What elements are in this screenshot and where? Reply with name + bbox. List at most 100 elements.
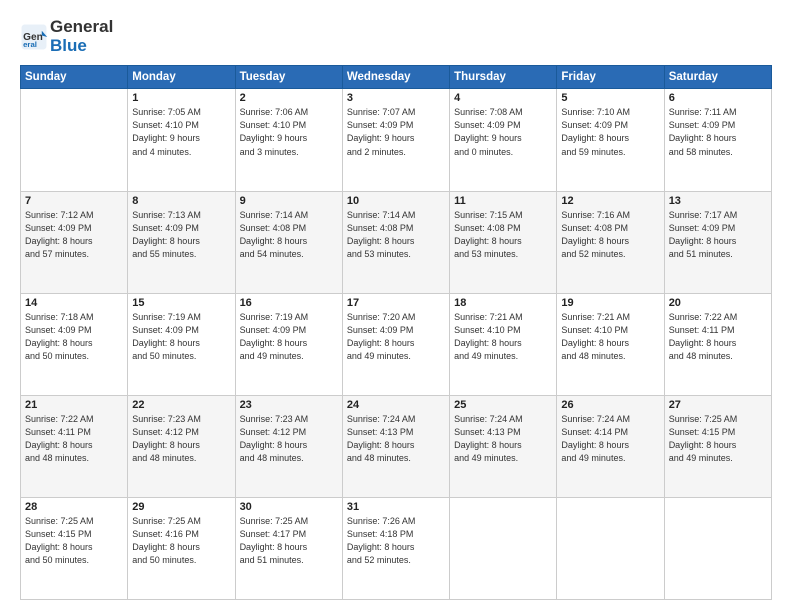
day-info: Sunrise: 7:17 AM Sunset: 4:09 PM Dayligh… (669, 209, 767, 261)
day-number: 30 (240, 501, 338, 513)
day-number: 12 (561, 195, 659, 207)
day-info: Sunrise: 7:07 AM Sunset: 4:09 PM Dayligh… (347, 106, 445, 158)
weekday-header-tuesday: Tuesday (235, 66, 342, 89)
day-number: 18 (454, 297, 552, 309)
day-info: Sunrise: 7:18 AM Sunset: 4:09 PM Dayligh… (25, 311, 123, 363)
calendar-cell: 11Sunrise: 7:15 AM Sunset: 4:08 PM Dayli… (450, 191, 557, 293)
calendar-cell: 14 Sunrise: 7:18 AM Sunset: 4:09 PM Dayli… (21, 293, 128, 395)
calendar-cell: 29 Sunrise: 7:25 AM Sunset: 4:16 PM Dayli… (128, 497, 235, 599)
day-number: 20 (669, 297, 767, 309)
calendar-cell: 7 Sunrise: 7:12 AM Sunset: 4:09 PM Daylig… (21, 191, 128, 293)
calendar-cell (557, 497, 664, 599)
weekday-header-wednesday: Wednesday (342, 66, 449, 89)
day-info: Sunrise: 7:25 AM Sunset: 4:16 PM Dayligh… (132, 515, 230, 567)
calendar-cell: 21 Sunrise: 7:22 AM Sunset: 4:11 PM Dayli… (21, 395, 128, 497)
calendar-cell: 31Sunrise: 7:26 AM Sunset: 4:18 PM Dayli… (342, 497, 449, 599)
calendar-cell: 17 Sunrise: 7:20 AM Sunset: 4:09 PM Dayli… (342, 293, 449, 395)
day-number: 22 (132, 399, 230, 411)
day-number: 26 (561, 399, 659, 411)
calendar-cell: 10 Sunrise: 7:14 AM Sunset: 4:08 PM Dayli… (342, 191, 449, 293)
calendar-cell: 22 Sunrise: 7:23 AM Sunset: 4:12 PM Dayli… (128, 395, 235, 497)
day-number: 1 (132, 92, 230, 104)
calendar-week-4: 21 Sunrise: 7:22 AM Sunset: 4:11 PM Dayli… (21, 395, 772, 497)
day-info: Sunrise: 7:24 AM Sunset: 4:13 PM Dayligh… (454, 413, 552, 465)
day-number: 14 (25, 297, 123, 309)
calendar-cell: 30 Sunrise: 7:25 AM Sunset: 4:17 PM Dayli… (235, 497, 342, 599)
day-number: 9 (240, 195, 338, 207)
weekday-header-row: SundayMondayTuesdayWednesdayThursdayFrid… (21, 66, 772, 89)
day-info: Sunrise: 7:13 AM Sunset: 4:09 PM Dayligh… (132, 209, 230, 261)
calendar-cell (450, 497, 557, 599)
day-number: 4 (454, 92, 552, 104)
day-number: 17 (347, 297, 445, 309)
day-number: 15 (132, 297, 230, 309)
calendar-cell (21, 89, 128, 191)
day-info: Sunrise: 7:23 AM Sunset: 4:12 PM Dayligh… (132, 413, 230, 465)
day-number: 2 (240, 92, 338, 104)
day-info: Sunrise: 7:25 AM Sunset: 4:17 PM Dayligh… (240, 515, 338, 567)
day-info: Sunrise: 7:14 AM Sunset: 4:08 PM Dayligh… (240, 209, 338, 261)
logo-text: GeneralBlue (50, 18, 113, 55)
day-number: 24 (347, 399, 445, 411)
day-info: Sunrise: 7:15 AM Sunset: 4:08 PM Dayligh… (454, 209, 552, 261)
day-info: Sunrise: 7:20 AM Sunset: 4:09 PM Dayligh… (347, 311, 445, 363)
calendar-cell: 3 Sunrise: 7:07 AM Sunset: 4:09 PM Daylig… (342, 89, 449, 191)
day-number: 16 (240, 297, 338, 309)
day-number: 19 (561, 297, 659, 309)
weekday-header-sunday: Sunday (21, 66, 128, 89)
day-info: Sunrise: 7:11 AM Sunset: 4:09 PM Dayligh… (669, 106, 767, 158)
day-info: Sunrise: 7:24 AM Sunset: 4:14 PM Dayligh… (561, 413, 659, 465)
weekday-header-saturday: Saturday (664, 66, 771, 89)
calendar-cell: 4Sunrise: 7:08 AM Sunset: 4:09 PM Daylig… (450, 89, 557, 191)
calendar-table: SundayMondayTuesdayWednesdayThursdayFrid… (20, 65, 772, 600)
calendar-cell: 16 Sunrise: 7:19 AM Sunset: 4:09 PM Dayli… (235, 293, 342, 395)
day-number: 8 (132, 195, 230, 207)
calendar-cell: 9 Sunrise: 7:14 AM Sunset: 4:08 PM Daylig… (235, 191, 342, 293)
calendar-week-5: 28Sunrise: 7:25 AM Sunset: 4:15 PM Dayli… (21, 497, 772, 599)
calendar-week-2: 7 Sunrise: 7:12 AM Sunset: 4:09 PM Daylig… (21, 191, 772, 293)
day-info: Sunrise: 7:23 AM Sunset: 4:12 PM Dayligh… (240, 413, 338, 465)
logo-icon: Gen eral (20, 23, 48, 51)
calendar-cell: 25 Sunrise: 7:24 AM Sunset: 4:13 PM Dayli… (450, 395, 557, 497)
day-info: Sunrise: 7:25 AM Sunset: 4:15 PM Dayligh… (669, 413, 767, 465)
day-info: Sunrise: 7:14 AM Sunset: 4:08 PM Dayligh… (347, 209, 445, 261)
day-info: Sunrise: 7:22 AM Sunset: 4:11 PM Dayligh… (25, 413, 123, 465)
day-number: 31 (347, 501, 445, 513)
day-info: Sunrise: 7:05 AM Sunset: 4:10 PM Dayligh… (132, 106, 230, 158)
day-number: 29 (132, 501, 230, 513)
day-number: 6 (669, 92, 767, 104)
calendar-cell: 2 Sunrise: 7:06 AM Sunset: 4:10 PM Daylig… (235, 89, 342, 191)
day-info: Sunrise: 7:06 AM Sunset: 4:10 PM Dayligh… (240, 106, 338, 158)
calendar-cell: 8 Sunrise: 7:13 AM Sunset: 4:09 PM Daylig… (128, 191, 235, 293)
header: Gen eral GeneralBlue (20, 18, 772, 55)
day-number: 23 (240, 399, 338, 411)
calendar-cell: 24 Sunrise: 7:24 AM Sunset: 4:13 PM Dayli… (342, 395, 449, 497)
day-number: 3 (347, 92, 445, 104)
calendar-cell: 19Sunrise: 7:21 AM Sunset: 4:10 PM Dayli… (557, 293, 664, 395)
calendar-cell: 23 Sunrise: 7:23 AM Sunset: 4:12 PM Dayli… (235, 395, 342, 497)
day-number: 25 (454, 399, 552, 411)
logo: Gen eral GeneralBlue (20, 18, 113, 55)
day-number: 21 (25, 399, 123, 411)
calendar-cell: 26 Sunrise: 7:24 AM Sunset: 4:14 PM Dayli… (557, 395, 664, 497)
calendar-cell: 5Sunrise: 7:10 AM Sunset: 4:09 PM Daylig… (557, 89, 664, 191)
calendar-cell: 1 Sunrise: 7:05 AM Sunset: 4:10 PM Daylig… (128, 89, 235, 191)
calendar-cell (664, 497, 771, 599)
day-info: Sunrise: 7:24 AM Sunset: 4:13 PM Dayligh… (347, 413, 445, 465)
day-info: Sunrise: 7:21 AM Sunset: 4:10 PM Dayligh… (454, 311, 552, 363)
calendar-cell: 12 Sunrise: 7:16 AM Sunset: 4:08 PM Dayli… (557, 191, 664, 293)
weekday-header-monday: Monday (128, 66, 235, 89)
day-info: Sunrise: 7:12 AM Sunset: 4:09 PM Dayligh… (25, 209, 123, 261)
svg-text:eral: eral (23, 40, 37, 49)
day-number: 10 (347, 195, 445, 207)
day-info: Sunrise: 7:22 AM Sunset: 4:11 PM Dayligh… (669, 311, 767, 363)
day-info: Sunrise: 7:10 AM Sunset: 4:09 PM Dayligh… (561, 106, 659, 158)
day-number: 7 (25, 195, 123, 207)
day-info: Sunrise: 7:19 AM Sunset: 4:09 PM Dayligh… (132, 311, 230, 363)
day-info: Sunrise: 7:16 AM Sunset: 4:08 PM Dayligh… (561, 209, 659, 261)
calendar-cell: 13 Sunrise: 7:17 AM Sunset: 4:09 PM Dayli… (664, 191, 771, 293)
day-number: 13 (669, 195, 767, 207)
page: Gen eral GeneralBlue SundayMondayTuesday… (0, 0, 792, 612)
calendar-cell: 6 Sunrise: 7:11 AM Sunset: 4:09 PM Daylig… (664, 89, 771, 191)
day-info: Sunrise: 7:19 AM Sunset: 4:09 PM Dayligh… (240, 311, 338, 363)
